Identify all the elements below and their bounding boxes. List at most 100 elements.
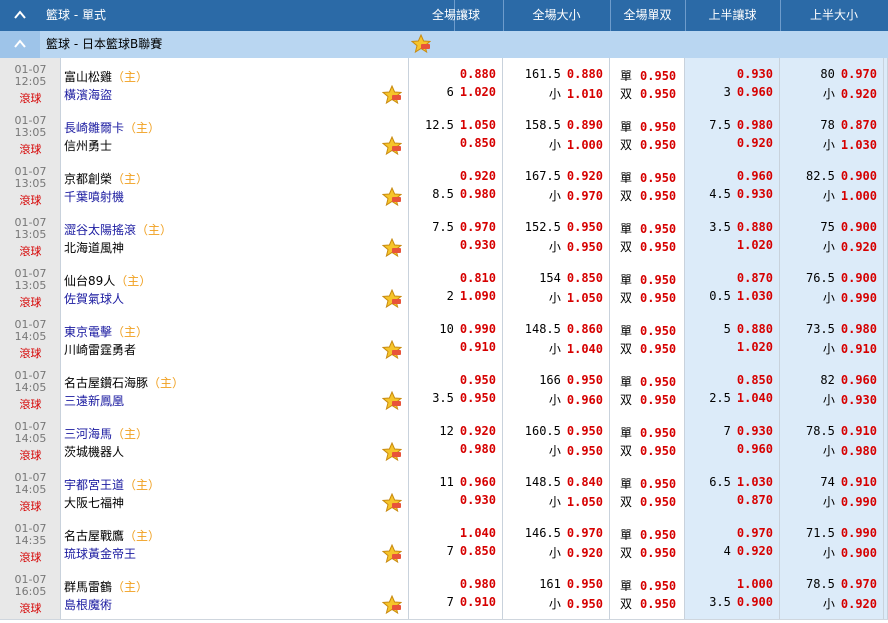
hcp-line[interactable]: 0.930 [454, 238, 496, 252]
odds-value[interactable]: 0.920 [841, 597, 877, 611]
ou-line[interactable]: 小 1.000 [549, 136, 603, 153]
h1hcp-line[interactable]: 4.5 0.930 [709, 187, 773, 201]
favorite-star-icon[interactable] [382, 391, 402, 411]
ou-line[interactable]: 小 1.010 [549, 85, 603, 102]
h1hcp-line[interactable]: 0.930 [731, 67, 773, 81]
odds-value[interactable]: 0.910 [460, 595, 496, 609]
h1hcp-line[interactable]: 2.5 1.040 [709, 391, 773, 405]
odd-line[interactable]: 單 0.950 [620, 373, 676, 390]
odds-value[interactable]: 0.950 [640, 240, 676, 254]
favorite-star-icon[interactable] [382, 238, 402, 258]
favorite-star-icon[interactable] [382, 340, 402, 360]
odds-value[interactable]: 0.980 [460, 187, 496, 201]
odds-value[interactable]: 0.850 [737, 373, 773, 387]
odds-value[interactable]: 0.950 [640, 426, 676, 440]
odds-value[interactable]: 0.950 [640, 324, 676, 338]
h1ou-line[interactable]: 小 0.900 [823, 544, 877, 561]
odds-value[interactable]: 0.920 [841, 240, 877, 254]
odds-value[interactable]: 0.850 [567, 271, 603, 285]
h1ou-line[interactable]: 小 0.920 [823, 595, 877, 612]
odds-value[interactable]: 0.950 [640, 291, 676, 305]
odds-value[interactable]: 0.900 [841, 546, 877, 560]
odds-value[interactable]: 0.910 [841, 475, 877, 489]
odds-value[interactable]: 1.010 [567, 87, 603, 101]
odds-value[interactable]: 1.090 [460, 289, 496, 303]
odds-value[interactable]: 0.950 [567, 424, 603, 438]
odds-value[interactable]: 0.960 [737, 169, 773, 183]
ou-line[interactable]: 148.5 0.860 [525, 322, 603, 336]
odd-line[interactable]: 單 0.950 [620, 169, 676, 186]
odd-line[interactable]: 單 0.950 [620, 118, 676, 135]
h1hcp-line[interactable]: 6.5 1.030 [709, 475, 773, 489]
ou-line[interactable]: 167.5 0.920 [525, 169, 603, 183]
odds-value[interactable]: 0.950 [640, 375, 676, 389]
ou-line[interactable]: 161.5 0.880 [525, 67, 603, 81]
odds-value[interactable]: 0.920 [460, 424, 496, 438]
h1ou-line[interactable]: 小 0.990 [823, 289, 877, 306]
hcp-line[interactable]: 7 0.910 [447, 595, 496, 609]
h1ou-line[interactable]: 78.5 0.910 [806, 424, 877, 438]
odds-value[interactable]: 0.960 [841, 373, 877, 387]
hcp-line[interactable]: 0.920 [454, 169, 496, 183]
favorite-star-icon[interactable] [382, 289, 402, 309]
even-line[interactable]: 双 0.950 [620, 544, 676, 561]
h1ou-line[interactable]: 75 0.900 [820, 220, 877, 234]
ou-line[interactable]: 小 1.040 [549, 340, 603, 357]
odds-value[interactable]: 0.980 [460, 442, 496, 456]
odds-value[interactable]: 0.960 [737, 85, 773, 99]
ou-line[interactable]: 小 0.950 [549, 595, 603, 612]
odds-value[interactable]: 0.920 [737, 544, 773, 558]
odds-value[interactable]: 0.980 [841, 444, 877, 458]
h1hcp-line[interactable]: 0.960 [731, 442, 773, 456]
odds-value[interactable]: 0.970 [841, 67, 877, 81]
odds-value[interactable]: 0.920 [567, 546, 603, 560]
h1ou-line[interactable]: 80 0.970 [820, 67, 877, 81]
h1ou-line[interactable]: 82 0.960 [820, 373, 877, 387]
odds-value[interactable]: 0.900 [841, 271, 877, 285]
h1hcp-line[interactable]: 1.020 [731, 238, 773, 252]
even-line[interactable]: 双 0.950 [620, 187, 676, 204]
odds-value[interactable]: 0.950 [567, 240, 603, 254]
odds-value[interactable]: 0.960 [567, 393, 603, 407]
odds-value[interactable]: 0.920 [460, 169, 496, 183]
odds-value[interactable]: 0.950 [640, 171, 676, 185]
h1ou-line[interactable]: 76.5 0.900 [806, 271, 877, 285]
even-line[interactable]: 双 0.950 [620, 85, 676, 102]
favorite-star-icon[interactable] [382, 442, 402, 462]
h1hcp-line[interactable]: 1.000 [731, 577, 773, 591]
odds-value[interactable]: 0.900 [737, 595, 773, 609]
h1ou-line[interactable]: 82.5 0.900 [806, 169, 877, 183]
hcp-line[interactable]: 12 0.920 [439, 424, 496, 438]
odds-value[interactable]: 1.020 [737, 340, 773, 354]
odds-value[interactable]: 0.930 [460, 238, 496, 252]
h1ou-line[interactable]: 78 0.870 [820, 118, 877, 132]
even-line[interactable]: 双 0.950 [620, 595, 676, 612]
ou-line[interactable]: 小 0.950 [549, 238, 603, 255]
hcp-line[interactable]: 2 1.090 [447, 289, 496, 303]
h1hcp-line[interactable]: 3.5 0.900 [709, 595, 773, 609]
odds-value[interactable]: 1.020 [460, 85, 496, 99]
favorite-star-icon[interactable] [382, 187, 402, 207]
hcp-line[interactable]: 0.980 [454, 577, 496, 591]
odds-value[interactable]: 0.950 [640, 222, 676, 236]
ou-line[interactable]: 小 0.920 [549, 544, 603, 561]
hcp-line[interactable]: 0.950 [454, 373, 496, 387]
hcp-line[interactable]: 10 0.990 [439, 322, 496, 336]
hcp-line[interactable]: 11 0.960 [439, 475, 496, 489]
favorite-star-icon[interactable] [382, 85, 402, 105]
odds-value[interactable]: 0.930 [737, 67, 773, 81]
ou-line[interactable]: 小 0.960 [549, 391, 603, 408]
odds-value[interactable]: 0.950 [640, 444, 676, 458]
odds-value[interactable]: 0.850 [460, 136, 496, 150]
odds-value[interactable]: 0.870 [737, 493, 773, 507]
odds-value[interactable]: 0.970 [737, 526, 773, 540]
ou-line[interactable]: 161 0.950 [539, 577, 603, 591]
chevron-up-icon[interactable] [12, 7, 28, 23]
hcp-line[interactable]: 0.810 [454, 271, 496, 285]
odd-line[interactable]: 單 0.950 [620, 526, 676, 543]
odds-value[interactable]: 0.950 [567, 444, 603, 458]
odds-value[interactable]: 0.870 [737, 271, 773, 285]
hcp-line[interactable]: 0.850 [454, 136, 496, 150]
h1ou-line[interactable]: 小 0.920 [823, 85, 877, 102]
odds-value[interactable]: 0.950 [567, 577, 603, 591]
